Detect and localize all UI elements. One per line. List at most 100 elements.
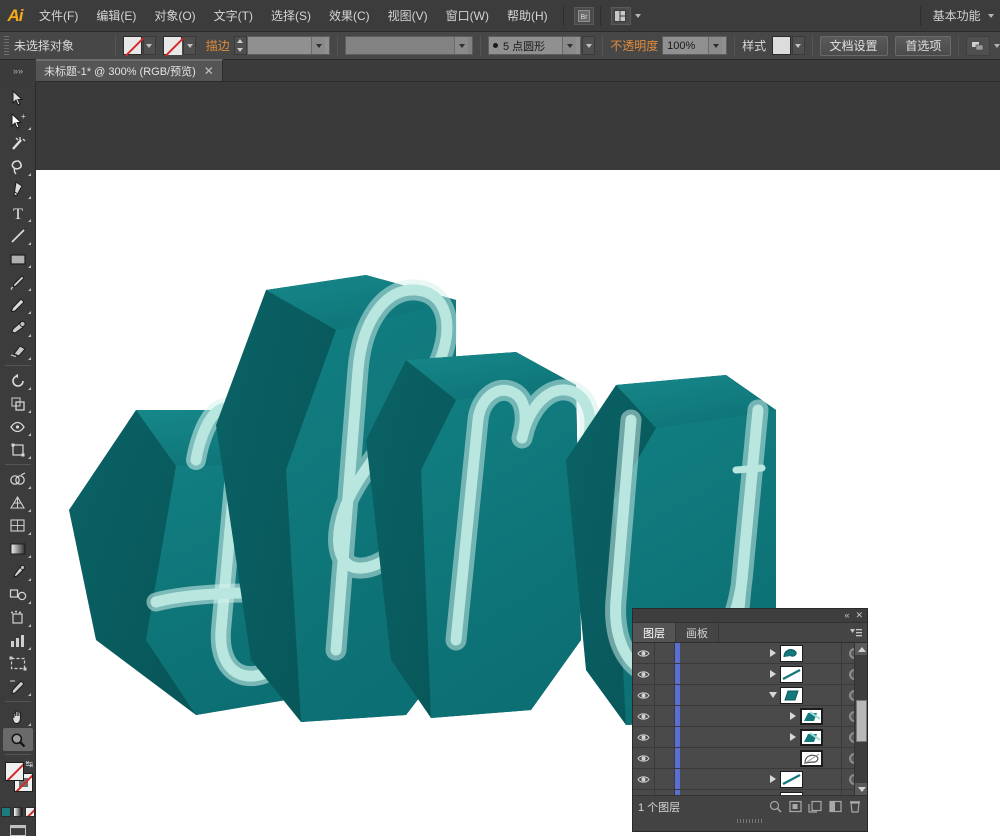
layer-row-body[interactable] [680,643,841,663]
profile-extra-dropdown-icon[interactable] [582,36,596,55]
menu-object[interactable]: 对象(O) [145,0,204,32]
rotate-tool[interactable] [3,369,33,392]
variable-width-profile-field[interactable]: 5 点圆形 [488,36,582,55]
menu-help[interactable]: 帮助(H) [498,0,557,32]
arrange-documents-icon[interactable] [610,6,631,25]
lock-toggle[interactable] [655,685,675,705]
panel-menu-icon[interactable] [850,623,867,642]
visibility-toggle[interactable] [633,769,655,789]
make-clipping-mask-icon[interactable] [788,800,802,814]
color-swatch-icon[interactable] [1,807,11,817]
menu-view[interactable]: 视图(V) [379,0,437,32]
stroke-dropdown-icon[interactable] [183,36,196,55]
rectangle-tool[interactable] [3,247,33,270]
stroke-weight-stepper[interactable] [233,36,247,55]
panel-collapse-toggle[interactable]: »» [0,60,36,82]
style-dropdown-icon[interactable] [791,36,805,55]
width-tool[interactable] [3,415,33,438]
scrollbar-thumb[interactable] [856,700,867,742]
screen-mode-row[interactable] [0,824,36,836]
control-bar-grip[interactable] [4,35,9,56]
menu-edit[interactable]: 编辑(E) [87,0,145,32]
pencil-tool[interactable] [3,293,33,316]
fill-color-swatch[interactable] [123,36,142,55]
close-icon[interactable]: ✕ [855,611,863,620]
layer-row[interactable] [633,790,867,795]
document-setup-button[interactable]: 文档设置 [819,35,888,56]
stroke-color-swatch[interactable] [163,36,183,55]
magic-wand-tool[interactable] [3,132,33,155]
opacity-field[interactable]: 100% [662,36,728,55]
layer-row-body[interactable] [680,769,841,789]
chevron-down-icon[interactable] [454,37,468,54]
menu-window[interactable]: 窗口(W) [437,0,498,32]
layers-list[interactable] [633,643,867,795]
gradient-tool[interactable] [3,537,33,560]
layer-row[interactable] [633,748,867,769]
panel-resize-grip[interactable] [633,817,867,825]
menu-effect[interactable]: 效果(C) [320,0,379,32]
lock-toggle[interactable] [655,706,675,726]
document-tab[interactable]: 未标题-1* @ 300% (RGB/预览) ✕ [36,59,223,81]
line-segment-tool[interactable] [3,224,33,247]
slice-tool[interactable] [3,675,33,698]
pen-tool[interactable] [3,178,33,201]
eyedropper-tool[interactable] [3,560,33,583]
layer-row[interactable] [633,727,867,748]
scroll-down-icon[interactable] [855,783,867,795]
chevron-down-icon[interactable] [634,13,641,18]
zoom-tool[interactable] [2,728,33,751]
lock-toggle[interactable] [655,769,675,789]
scale-tool[interactable] [3,392,33,415]
menu-type[interactable]: 文字(T) [205,0,262,32]
expand-arrow[interactable] [786,712,800,720]
lock-toggle[interactable] [655,748,675,768]
visibility-toggle[interactable] [633,748,655,768]
opacity-label[interactable]: 不透明度 [610,37,658,54]
layer-row-body[interactable] [680,706,841,726]
layer-row[interactable] [633,643,867,664]
blob-brush-tool[interactable] [3,316,33,339]
none-swatch-icon[interactable] [25,807,35,817]
chevron-down-icon[interactable] [994,43,1000,48]
artboard-tool[interactable] [3,652,33,675]
paintbrush-tool[interactable] [3,270,33,293]
lock-toggle[interactable] [655,727,675,747]
toolbar-fill-swatch[interactable] [5,762,24,781]
expand-arrow[interactable] [766,692,780,698]
lock-toggle[interactable] [655,664,675,684]
layer-row-body[interactable] [680,727,841,747]
direct-selection-tool[interactable]: + [3,109,33,132]
visibility-toggle[interactable] [633,664,655,684]
layer-row-body[interactable] [680,664,841,684]
layers-panel[interactable]: « ✕ 图层 画板 1 个图层 [632,608,868,832]
create-new-layer-icon[interactable] [828,800,842,814]
type-tool[interactable]: T [3,201,33,224]
chevron-down-icon[interactable] [988,14,994,19]
layer-row-body[interactable] [680,748,841,768]
menu-file[interactable]: 文件(F) [30,0,87,32]
chevron-down-icon[interactable] [562,37,577,54]
chevron-down-icon[interactable] [311,37,326,54]
workspace-switcher[interactable]: 基本功能 [927,5,1000,27]
expand-arrow[interactable] [766,649,780,657]
gradient-swatch-icon[interactable] [13,807,23,817]
eraser-tool[interactable] [3,339,33,362]
visibility-toggle[interactable] [633,643,655,663]
expand-arrow[interactable] [766,670,780,678]
layer-row-body[interactable] [680,790,841,795]
locate-object-icon[interactable] [768,800,782,814]
layer-row[interactable] [633,706,867,727]
brush-definition-field[interactable] [345,36,473,55]
scroll-up-icon[interactable] [855,643,867,655]
preferences-button[interactable]: 首选项 [895,35,952,56]
visibility-toggle[interactable] [633,727,655,747]
tab-artboards[interactable]: 画板 [676,623,719,642]
lasso-tool[interactable] [3,155,33,178]
free-transform-tool[interactable] [3,438,33,461]
blend-tool[interactable] [3,583,33,606]
arrange-icon[interactable] [966,35,991,56]
bridge-icon[interactable]: Br [573,6,594,25]
create-new-sublayer-icon[interactable] [808,800,822,814]
perspective-grid-tool[interactable] [3,491,33,514]
